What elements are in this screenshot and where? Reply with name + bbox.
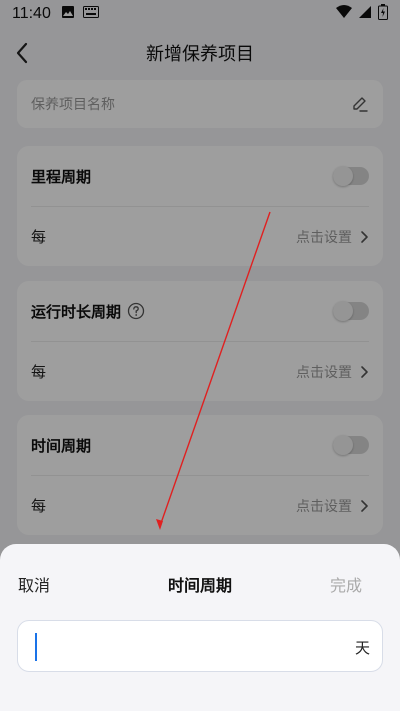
text-cursor <box>35 633 37 661</box>
day-unit-label: 天 <box>354 639 370 657</box>
time-cycle-input[interactable]: 天 <box>17 620 383 672</box>
done-button[interactable]: 完成 <box>330 572 362 596</box>
time-cycle-bottom-sheet: 取消 时间周期 完成 天 <box>0 544 400 711</box>
